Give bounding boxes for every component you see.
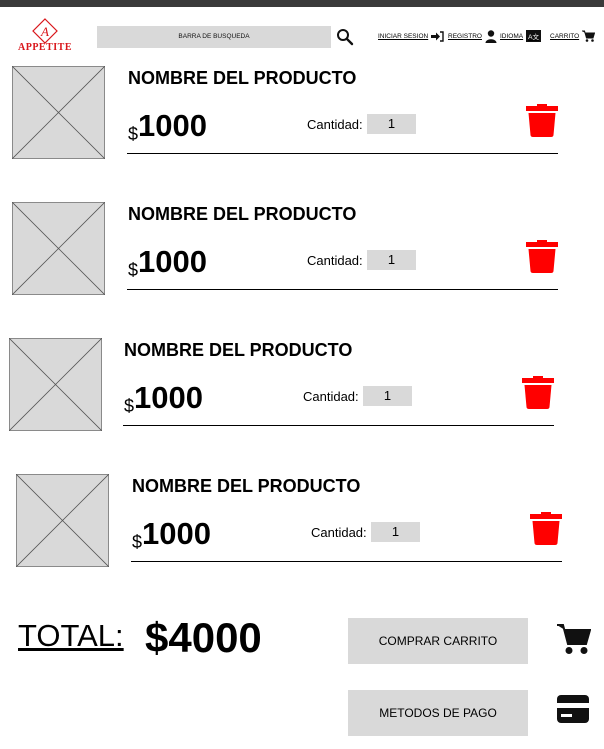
total-value: $4000	[145, 614, 262, 661]
price-value: 1000	[134, 380, 203, 415]
login-link[interactable]: INICIAR SESION	[378, 28, 444, 44]
item-divider	[127, 289, 558, 290]
trash-icon[interactable]	[530, 510, 562, 545]
item-divider	[127, 153, 558, 154]
quantity-label: Cantidad:	[303, 389, 359, 404]
search-input[interactable]: BARRA DE BUSQUEDA	[97, 26, 331, 48]
trash-icon[interactable]	[526, 102, 558, 137]
cart-icon	[582, 30, 596, 42]
product-name: NOMBRE DEL PRODUCTO	[128, 204, 357, 224]
quantity-input[interactable]: 1	[367, 250, 416, 270]
credit-card-icon[interactable]	[557, 695, 589, 723]
user-icon	[485, 29, 497, 43]
price-currency: $	[124, 396, 135, 416]
brand-name: APPETITE	[17, 42, 72, 53]
product-name: NOMBRE DEL PRODUCTO	[128, 68, 357, 88]
quantity-input[interactable]: 1	[367, 114, 416, 134]
payment-methods-button[interactable]: METODOS DE PAGO	[348, 690, 528, 736]
product-price: $1000	[124, 380, 203, 417]
price-currency: $	[128, 124, 139, 144]
login-label: INICIAR SESION	[378, 32, 429, 40]
language-selector[interactable]: IDIOMA A文	[500, 28, 541, 44]
brand-logo[interactable]: A APPETITE	[10, 17, 80, 53]
logo-diamond-icon: A	[32, 18, 58, 44]
product-price: $1000	[128, 108, 207, 145]
search-icon[interactable]	[336, 28, 354, 46]
product-image-placeholder	[12, 202, 105, 295]
quantity-label: Cantidad:	[307, 117, 363, 132]
product-image-placeholder	[16, 474, 109, 567]
cart-label: CARRITO	[550, 32, 580, 40]
item-divider	[123, 425, 554, 426]
price-value: 1000	[142, 516, 211, 551]
language-label: IDIOMA	[500, 32, 524, 40]
cart-icon[interactable]	[557, 623, 591, 655]
price-currency: $	[132, 532, 143, 552]
product-image-placeholder	[12, 66, 105, 159]
register-link[interactable]: REGISTRO	[448, 28, 497, 44]
quantity-label: Cantidad:	[311, 525, 367, 540]
cart-link[interactable]: CARRITO	[550, 28, 596, 44]
product-price: $1000	[128, 244, 207, 281]
total-label: TOTAL:	[18, 618, 124, 653]
register-label: REGISTRO	[448, 32, 482, 40]
trash-icon[interactable]	[522, 374, 554, 409]
price-value: 1000	[138, 108, 207, 143]
product-image-placeholder	[9, 338, 102, 431]
product-name: NOMBRE DEL PRODUCTO	[124, 340, 353, 360]
item-divider	[131, 561, 562, 562]
quantity-label: Cantidad:	[307, 253, 363, 268]
buy-cart-button[interactable]: COMPRAR CARRITO	[348, 618, 528, 664]
quantity-input[interactable]: 1	[371, 522, 420, 542]
translate-icon: A文	[526, 30, 541, 42]
translate-badge: A文	[528, 34, 539, 41]
price-currency: $	[128, 260, 139, 280]
price-value: 1000	[138, 244, 207, 279]
quantity-input[interactable]: 1	[363, 386, 412, 406]
top-bar	[0, 0, 604, 7]
logo-letter: A	[40, 24, 49, 39]
product-name: NOMBRE DEL PRODUCTO	[132, 476, 361, 496]
product-price: $1000	[132, 516, 211, 553]
trash-icon[interactable]	[526, 238, 558, 273]
sign-in-icon	[431, 30, 444, 42]
